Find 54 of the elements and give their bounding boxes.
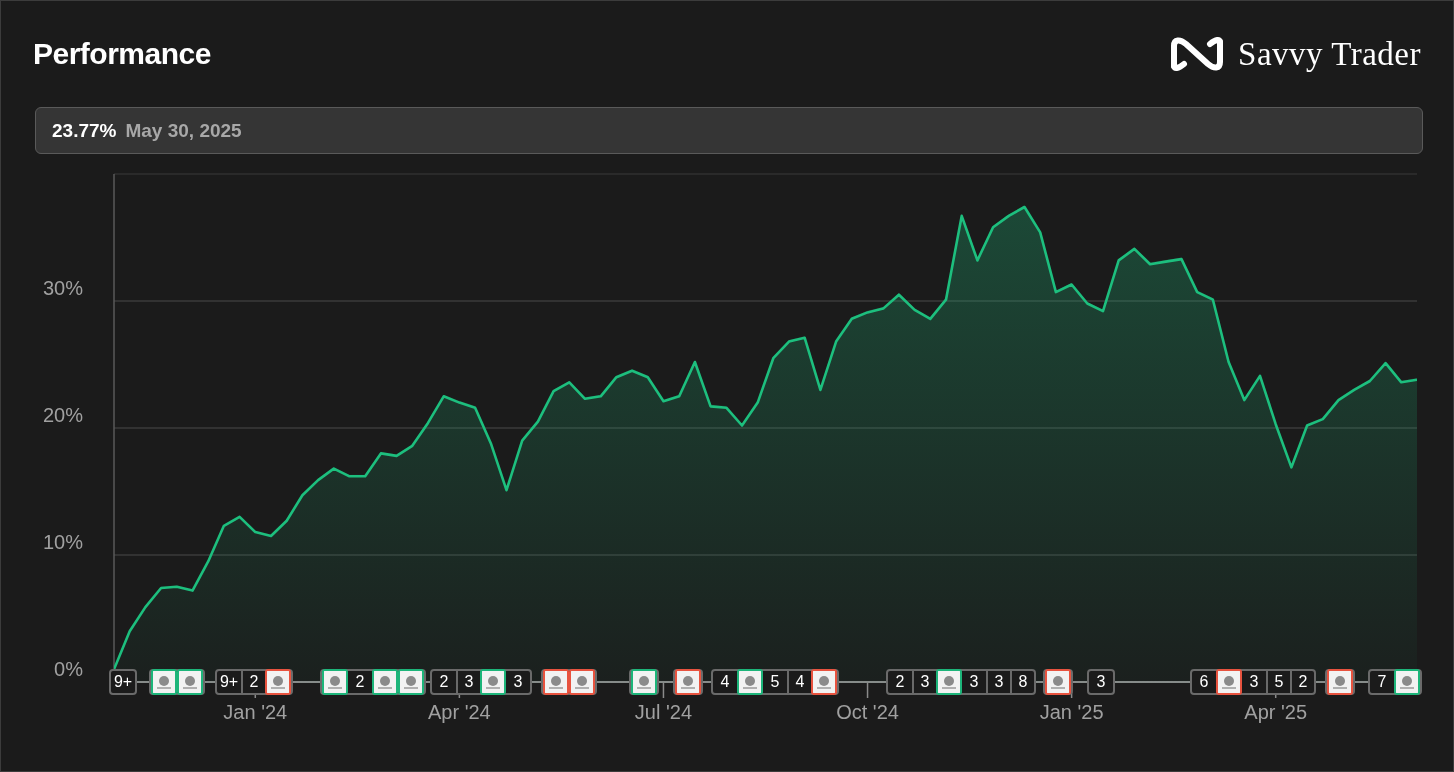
trade-marker-group[interactable]: 2 3 3 3 8: [886, 669, 1036, 695]
logo-icon[interactable]: [372, 669, 398, 695]
axis-label: 0%: [54, 658, 83, 680]
logo-icon[interactable]: [1394, 669, 1420, 695]
trade-count[interactable]: 8: [1010, 671, 1034, 693]
axis-label: 10%: [42, 531, 83, 553]
trade-marker-group[interactable]: [149, 669, 205, 695]
logo-icon[interactable]: [569, 669, 595, 695]
axis-label: Jan '25: [1039, 701, 1104, 723]
card-title: Performance: [33, 37, 211, 71]
trade-count[interactable]: 3: [1089, 671, 1113, 693]
trade-count[interactable]: 2: [432, 671, 456, 693]
logo-icon[interactable]: [480, 669, 506, 695]
logo-icon[interactable]: [1216, 669, 1242, 695]
trade-marker-group[interactable]: 2: [320, 669, 426, 695]
trade-count[interactable]: 2: [348, 671, 372, 693]
axis-label: 20%: [42, 404, 83, 426]
trade-marker-group[interactable]: 7: [1368, 669, 1422, 695]
brand-name: Savvy Trader: [1238, 35, 1421, 73]
logo-icon[interactable]: [322, 669, 348, 695]
date-label: May 30, 2025: [125, 119, 242, 142]
trade-count[interactable]: 5: [763, 671, 787, 693]
logo-icon[interactable]: [265, 669, 291, 695]
logo-icon[interactable]: [936, 669, 962, 695]
axis-label: Jan '24: [223, 701, 288, 723]
trade-count[interactable]: 3: [506, 671, 530, 693]
return-value: 23.77%: [52, 119, 117, 142]
trade-count[interactable]: 9+: [111, 671, 135, 693]
trade-count[interactable]: 3: [962, 671, 986, 693]
trade-marker-group[interactable]: 4 5 4: [711, 669, 839, 695]
trade-count[interactable]: 6: [1192, 671, 1216, 693]
logo-icon[interactable]: [177, 669, 203, 695]
axis-label: Apr '24: [428, 701, 491, 723]
trade-marker-group[interactable]: 9+ 2: [215, 669, 293, 695]
trade-count[interactable]: 2: [1290, 671, 1314, 693]
logo-icon[interactable]: [151, 669, 177, 695]
logo-icon[interactable]: [811, 669, 837, 695]
trade-count[interactable]: 7: [1370, 671, 1394, 693]
axis-label: Apr '25: [1244, 701, 1308, 723]
trade-count[interactable]: 3: [986, 671, 1010, 693]
trade-count[interactable]: 4: [713, 671, 737, 693]
trade-marker-group[interactable]: 2 3 3: [430, 669, 532, 695]
axis-label: Jul '24: [634, 701, 693, 723]
trade-marker-group[interactable]: 6 3 5 2: [1190, 669, 1316, 695]
axis-label: 30%: [42, 277, 83, 299]
trade-count[interactable]: 2: [888, 671, 912, 693]
trade-count[interactable]: 3: [1242, 671, 1266, 693]
trade-marker-group[interactable]: [541, 669, 597, 695]
trade-count[interactable]: 5: [1266, 671, 1290, 693]
logo-icon[interactable]: [737, 669, 763, 695]
logo-icon[interactable]: [398, 669, 424, 695]
logo-icon[interactable]: [543, 669, 569, 695]
trade-count[interactable]: 9+: [217, 671, 241, 693]
axis-label: Oct '24: [836, 701, 899, 723]
